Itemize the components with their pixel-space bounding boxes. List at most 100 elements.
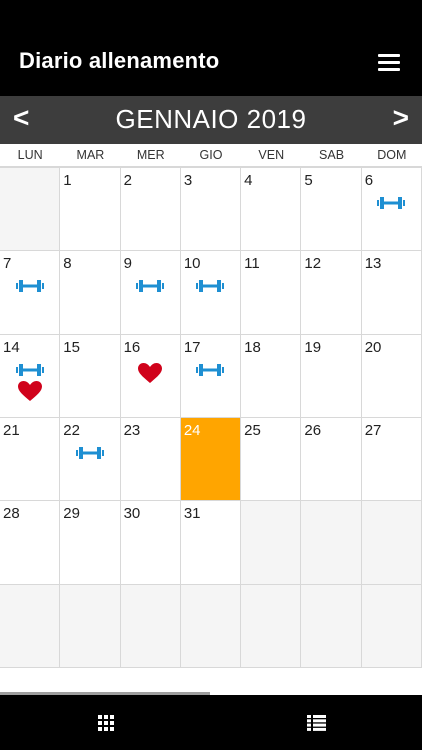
- calendar-grid: 1 2 3 4 5 6 7 8 9 10 11 12 13 14 15 16 17 18 19 20 21 22 23 24 2…: [0, 167, 422, 668]
- day-number: 4: [244, 172, 253, 189]
- day-activity-icons: [181, 363, 240, 377]
- hamburger-menu-icon[interactable]: [378, 54, 400, 71]
- weekday-label: SAB: [319, 148, 345, 162]
- day-number: 28: [3, 505, 20, 523]
- dumbbell-icon: [15, 280, 44, 293]
- calendar-day[interactable]: 26: [301, 418, 362, 502]
- calendar-day[interactable]: 16: [120, 334, 181, 418]
- calendar-day[interactable]: 11: [241, 251, 302, 335]
- calendar-day[interactable]: 1: [60, 168, 121, 252]
- day-number: 15: [63, 338, 80, 356]
- day-number: 11: [244, 255, 260, 273]
- day-number: 1: [63, 172, 72, 189]
- calendar-day[interactable]: 21: [0, 418, 61, 502]
- calendar-day[interactable]: 12: [301, 251, 362, 335]
- day-activity-icons: [0, 279, 59, 293]
- calendar-day[interactable]: 29: [60, 501, 121, 585]
- empty-day-cell: [60, 584, 121, 668]
- dumbbell-icon: [196, 280, 225, 293]
- day-activity-icons: [181, 279, 240, 293]
- calendar-day[interactable]: 30: [120, 501, 181, 585]
- day-number: 17: [183, 338, 201, 356]
- day-number: 23: [123, 422, 141, 439]
- weekday-label: DOM: [377, 148, 407, 162]
- list-view-icon: [307, 714, 326, 731]
- calendar-day[interactable]: 17: [180, 334, 242, 418]
- day-number: 9: [123, 255, 132, 273]
- day-number: 10: [183, 255, 201, 273]
- weekday-label: VEN: [258, 148, 285, 162]
- day-activity-icons: [0, 363, 59, 402]
- calendar-day[interactable]: 18: [241, 334, 302, 418]
- calendar-day[interactable]: 28: [0, 501, 61, 585]
- day-number: 18: [244, 338, 261, 356]
- day-number: 21: [3, 422, 20, 439]
- calendar-day[interactable]: 13: [361, 251, 422, 335]
- day-number: 7: [3, 255, 12, 273]
- day-number: 24: [183, 422, 201, 439]
- day-number: 13: [364, 255, 382, 273]
- day-number: 8: [63, 255, 72, 273]
- empty-day-cell: [301, 584, 362, 668]
- day-activity-icons: [60, 446, 119, 460]
- day-number: 27: [364, 422, 382, 439]
- month-navigation: < GENNAIO 2019 >: [0, 96, 422, 144]
- day-number: 19: [304, 338, 322, 356]
- empty-day-cell: [241, 584, 302, 668]
- weekday-label: LUN: [17, 148, 43, 162]
- empty-day-cell: [301, 501, 362, 585]
- calendar-day[interactable]: 23: [120, 418, 181, 502]
- calendar-day[interactable]: 9: [120, 251, 181, 335]
- dumbbell-icon: [377, 197, 406, 209]
- bottom-navigation: [0, 695, 422, 750]
- calendar-day[interactable]: 14: [0, 334, 61, 418]
- day-activity-icons: [362, 196, 421, 210]
- heart-icon: [138, 362, 163, 383]
- day-number: 30: [123, 505, 141, 523]
- calendar-day[interactable]: 3: [180, 168, 242, 252]
- day-number: 2: [123, 172, 132, 189]
- heart-icon: [17, 380, 42, 401]
- calendar-day[interactable]: 19: [301, 334, 362, 418]
- grid-view-icon: [97, 714, 114, 731]
- dumbbell-icon: [75, 447, 104, 459]
- day-number: 14: [3, 338, 20, 356]
- day-number: 22: [63, 422, 80, 439]
- empty-day-cell: [0, 584, 61, 668]
- app-bar: Diario allenamento: [0, 0, 422, 96]
- tab-calendar-view[interactable]: [0, 695, 211, 750]
- weekday-header: LUN MAR MER GIO VEN SAB DOM: [0, 144, 422, 167]
- calendar-day[interactable]: 20: [361, 334, 422, 418]
- day-number: 29: [63, 505, 80, 523]
- day-activity-icons: [121, 279, 180, 293]
- calendar-day[interactable]: 10: [180, 251, 242, 335]
- day-number: 16: [123, 338, 141, 356]
- weekday-label: GIO: [199, 148, 223, 162]
- day-number: 12: [304, 255, 322, 273]
- day-number: 31: [183, 505, 201, 523]
- day-number: 20: [364, 338, 382, 356]
- calendar-day[interactable]: 2: [120, 168, 181, 252]
- dumbbell-icon: [196, 363, 225, 376]
- dumbbell-icon: [15, 363, 44, 376]
- calendar-day[interactable]: 15: [60, 334, 121, 418]
- calendar-day[interactable]: 5: [301, 168, 362, 252]
- calendar-day[interactable]: 7: [0, 251, 61, 335]
- calendar-day[interactable]: 6: [361, 168, 422, 252]
- calendar-day[interactable]: 8: [60, 251, 121, 335]
- empty-day-cell: [241, 501, 302, 585]
- day-activity-icons: [121, 362, 180, 384]
- calendar-day[interactable]: 4: [241, 168, 302, 252]
- calendar-day[interactable]: 24: [180, 418, 242, 502]
- weekday-label: MAR: [76, 148, 105, 162]
- dumbbell-icon: [136, 280, 165, 293]
- day-number: 26: [304, 422, 322, 439]
- day-number: 3: [183, 172, 193, 189]
- tab-list-view[interactable]: [211, 695, 422, 750]
- next-month-button[interactable]: >: [393, 102, 409, 134]
- calendar-day[interactable]: 25: [241, 418, 302, 502]
- calendar-day[interactable]: 27: [361, 418, 422, 502]
- calendar-day[interactable]: 31: [180, 501, 242, 585]
- empty-day-cell: [361, 501, 422, 585]
- calendar-day[interactable]: 22: [60, 418, 121, 502]
